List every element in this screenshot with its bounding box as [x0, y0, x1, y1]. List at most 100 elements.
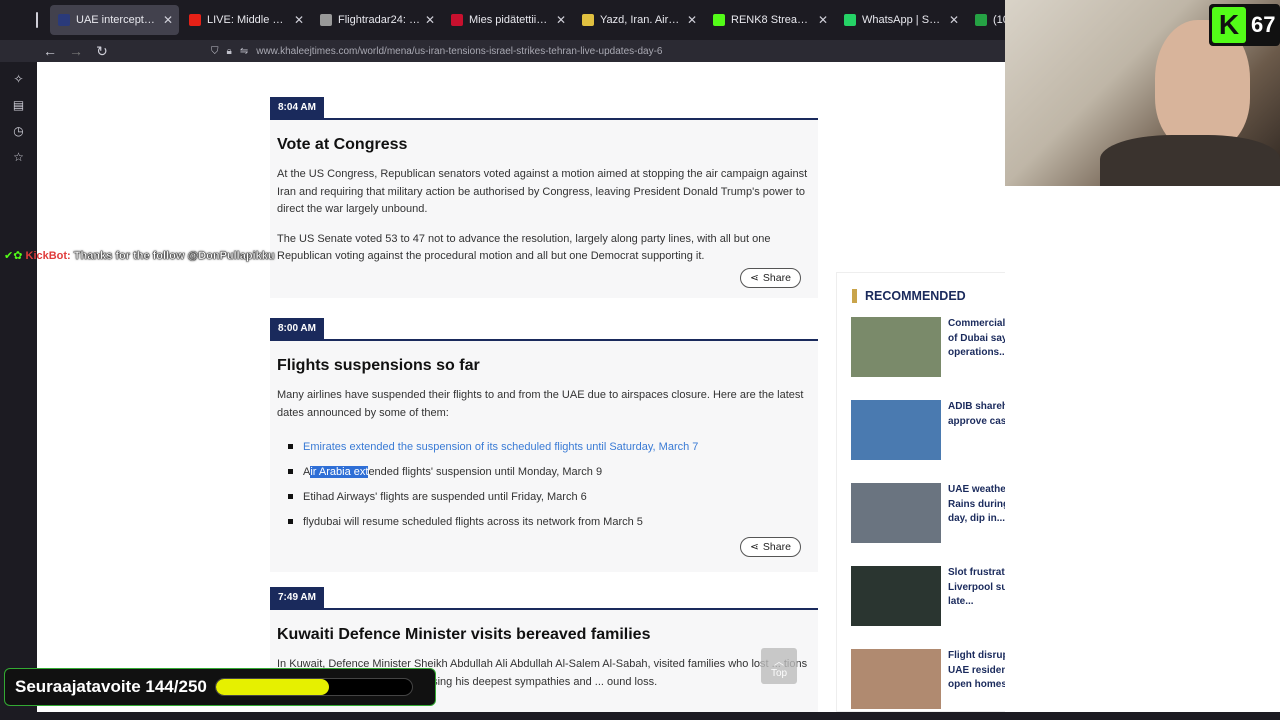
follower-counter: K 67	[1209, 4, 1280, 46]
forward-icon[interactable]: →	[63, 43, 89, 59]
favicon-icon	[58, 14, 70, 26]
browser-tab[interactable]: RENK8 Stream - Watch ✕	[705, 5, 834, 35]
tab-title: Flightradar24: Live Fligh	[338, 14, 421, 26]
reading-list-icon[interactable]: ▤	[0, 92, 37, 118]
tab-title: Yazd, Iran. Airstrikes ta	[600, 14, 683, 26]
history-icon[interactable]: ◷	[0, 118, 37, 144]
tab-title: Mies pidätettiin Teneriff	[469, 14, 552, 26]
close-tab-icon[interactable]: ✕	[425, 13, 435, 27]
bottom-border	[0, 712, 1280, 720]
address-bar[interactable]: ⛉ 🔒︎ ⇋ www.khaleejtimes.com/world/mena/u…	[211, 46, 662, 57]
recommended-thumbnail[interactable]	[851, 483, 941, 543]
kick-logo-icon: K	[1212, 7, 1246, 43]
entry-title: Kuwaiti Defence Minister visits bereaved…	[277, 626, 651, 643]
recommended-title[interactable]: Flight disruptions: UAE residents open h…	[948, 649, 1005, 711]
live-entry: 8:00 AM Flights suspensions so far Many …	[270, 315, 818, 572]
recommended-thumbnail[interactable]	[851, 649, 941, 709]
recommended-thumbnail[interactable]	[851, 317, 941, 377]
bullet-icon	[288, 444, 293, 449]
close-tab-icon[interactable]: ✕	[949, 13, 959, 27]
follower-goal-bar: Seuraajatavoite 144/250	[4, 668, 436, 706]
bullet-icon	[288, 469, 293, 474]
reload-icon[interactable]: ↻	[89, 43, 115, 60]
bullet-icon	[288, 519, 293, 524]
close-tab-icon[interactable]: ✕	[818, 13, 828, 27]
list-item[interactable]: Emirates extended the suspension of its …	[288, 434, 811, 459]
share-icon: ⋖	[750, 272, 759, 284]
recommended-item[interactable]: UAE weather: Rains during the day, dip i…	[851, 483, 1005, 545]
share-label: Share	[762, 541, 791, 553]
browser-tab[interactable]: Mies pidätettiin Teneriff ✕	[443, 5, 572, 35]
recommended-title[interactable]: Slot frustrated after Liverpool suffer l…	[948, 566, 1005, 628]
share-label: Share	[762, 272, 791, 284]
time-badge: 7:49 AM	[270, 587, 324, 608]
tab-title: UAE intercepts 6 missi	[76, 14, 159, 26]
time-row: 8:00 AM	[270, 315, 818, 341]
favicon-icon	[189, 14, 201, 26]
navigation-bar: ← → ↻ ⛉ 🔒︎ ⇋ www.khaleejtimes.com/world/…	[0, 40, 1005, 62]
recommended-title[interactable]: UAE weather: Rains during the day, dip i…	[948, 483, 1005, 545]
bullet-icon	[288, 494, 293, 499]
browser-tab[interactable]: WhatsApp | Secure an ✕	[836, 5, 965, 35]
time-row: 8:04 AM	[270, 94, 818, 120]
permissions-icon[interactable]: ⇋	[240, 46, 248, 57]
list-item: flydubai will resume scheduled flights a…	[288, 509, 811, 534]
recommended-header: RECOMMENDED	[852, 289, 1005, 303]
flights-list: Emirates extended the suspension of its …	[288, 434, 811, 534]
favicon-icon	[582, 14, 594, 26]
browser-tab[interactable]: UAE intercepts 6 missi ✕	[50, 5, 179, 35]
entry-title: Vote at Congress	[277, 136, 408, 153]
tab-bar: UAE intercepts 6 missi✕LIVE: Middle East…	[0, 0, 1013, 40]
close-tab-icon[interactable]: ✕	[163, 13, 173, 27]
recommended-thumbnail[interactable]	[851, 400, 941, 460]
share-button[interactable]: ⋖ Share	[740, 268, 801, 288]
browser-sidebar: ▭ ✧ ▤ ◷ ☆	[0, 40, 37, 720]
bookmarks-icon[interactable]: ☆	[0, 144, 37, 170]
share-button[interactable]: ⋖ Share	[740, 537, 801, 557]
webcam-shirt	[1100, 135, 1280, 186]
chat-username: KickBot:	[25, 250, 71, 262]
tab-overview-icon[interactable]	[36, 12, 38, 28]
recommended-item[interactable]: Flight disruptions: UAE residents open h…	[851, 649, 1005, 711]
entry-paragraph: Many airlines have suspended their fligh…	[277, 389, 804, 419]
share-icon: ⋖	[750, 541, 759, 553]
recommended-title[interactable]: ADIB shareholders approve cash...	[948, 400, 1005, 462]
time-row: 7:49 AM	[270, 584, 818, 610]
list-item: Air Arabia extended flights' suspension …	[288, 459, 811, 484]
tab-title: LIVE: Middle East r	[207, 14, 290, 26]
lock-icon: 🔒︎	[226, 45, 232, 57]
time-badge: 8:04 AM	[270, 97, 324, 118]
browser-tab[interactable]: LIVE: Middle East r ✕	[181, 5, 310, 35]
recommended-thumbnail[interactable]	[851, 566, 941, 626]
chat-message: ✔✿ KickBot: Thanks for the follow @DonPu…	[4, 249, 275, 262]
list-item-text: flydubai will resume scheduled flights a…	[303, 515, 643, 528]
back-icon[interactable]: ←	[37, 43, 63, 59]
back-to-top-button[interactable]: ︿ Top	[761, 648, 797, 684]
text-selection: ir Arabia ext	[310, 465, 369, 478]
chat-text: Thanks for the follow @DonPullapikku	[73, 250, 275, 262]
list-item-text: Etihad Airways' flights are suspended un…	[303, 490, 587, 503]
url-text[interactable]: www.khaleejtimes.com/world/mena/us-iran-…	[256, 46, 662, 57]
favicon-icon	[713, 14, 725, 26]
text-after-selection: ended flights' suspension until Monday, …	[368, 465, 603, 478]
shield-icon[interactable]: ⛉	[211, 46, 219, 57]
entry-paragraph: At the US Congress, Republican senators …	[277, 168, 808, 215]
recommended-label: RECOMMENDED	[865, 289, 966, 303]
live-entry: 8:04 AM Vote at Congress At the US Congr…	[270, 94, 818, 298]
close-tab-icon[interactable]: ✕	[556, 13, 566, 27]
ai-chat-icon[interactable]: ✧	[0, 66, 37, 92]
favicon-icon	[844, 14, 856, 26]
recommended-item[interactable]: Commercial Bank of Dubai says operations…	[851, 317, 1005, 379]
recommended-item[interactable]: ADIB shareholders approve cash...	[851, 400, 1005, 462]
browser-tab[interactable]: Yazd, Iran. Airstrikes ta ✕	[574, 5, 703, 35]
browser-tab[interactable]: Flightradar24: Live Fligh ✕	[312, 5, 441, 35]
close-tab-icon[interactable]: ✕	[687, 13, 697, 27]
list-item-text[interactable]: Emirates extended the suspension of its …	[303, 441, 698, 453]
top-label: Top	[770, 668, 788, 679]
recommended-item[interactable]: Slot frustrated after Liverpool suffer l…	[851, 566, 1005, 628]
close-tab-icon[interactable]: ✕	[294, 13, 304, 27]
kick-icon: ✔✿	[4, 250, 23, 262]
recommended-title[interactable]: Commercial Bank of Dubai says operations…	[948, 317, 1005, 379]
tab-title: RENK8 Stream - Watch	[731, 14, 814, 26]
entry-paragraph: The US Senate voted 53 to 47 not to adva…	[277, 232, 771, 263]
